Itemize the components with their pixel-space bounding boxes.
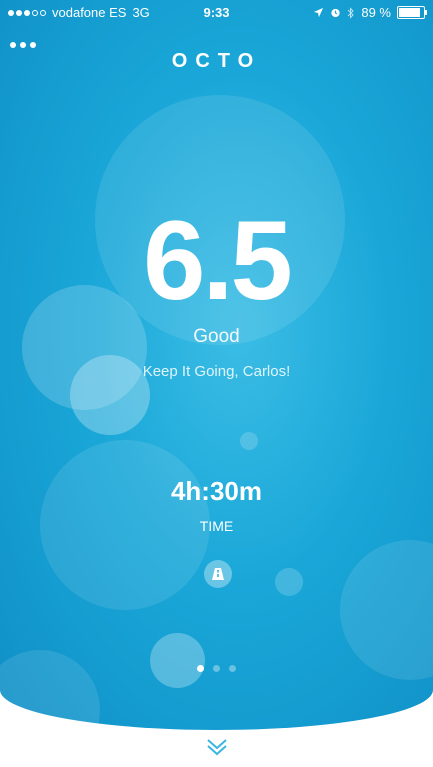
page-dot-3[interactable] (229, 665, 236, 672)
bokeh-circle (0, 650, 100, 730)
battery-icon (397, 6, 427, 19)
battery-percent: 89 % (361, 5, 391, 20)
score-hero: vodafone ES 3G 9:33 89 % OCTO 6.5 Good K… (0, 0, 433, 730)
location-arrow-icon (314, 7, 324, 18)
app-screen: vodafone ES 3G 9:33 89 % OCTO 6.5 Good K… (0, 0, 433, 767)
bokeh-circle (240, 432, 258, 450)
bluetooth-icon (348, 6, 355, 19)
alarm-icon (331, 8, 340, 18)
driving-score: 6.5 (143, 198, 293, 323)
trip-duration-label: TIME (199, 518, 234, 534)
status-right: 89 % (313, 5, 427, 20)
encouragement-message: Keep It Going, Carlos! (142, 363, 291, 380)
app-logo: OCTO (171, 50, 262, 72)
page-dot-2[interactable] (213, 665, 220, 672)
more-dots-icon (10, 42, 16, 48)
road-icon (212, 568, 224, 580)
road-button[interactable] (204, 560, 232, 588)
menu-button[interactable] (10, 42, 36, 48)
trip-duration: 4h:30m (170, 476, 263, 506)
bokeh-circle (275, 568, 303, 596)
bokeh-circle (340, 540, 433, 680)
score-rating: Good (193, 326, 240, 347)
bokeh-circle (150, 633, 205, 688)
status-bar: vodafone ES 3G 9:33 89 % (0, 0, 433, 24)
page-indicator (0, 665, 433, 672)
page-dot-1[interactable] (197, 665, 204, 672)
chevron-down-icon (207, 739, 227, 756)
expand-down-button[interactable] (205, 737, 229, 757)
